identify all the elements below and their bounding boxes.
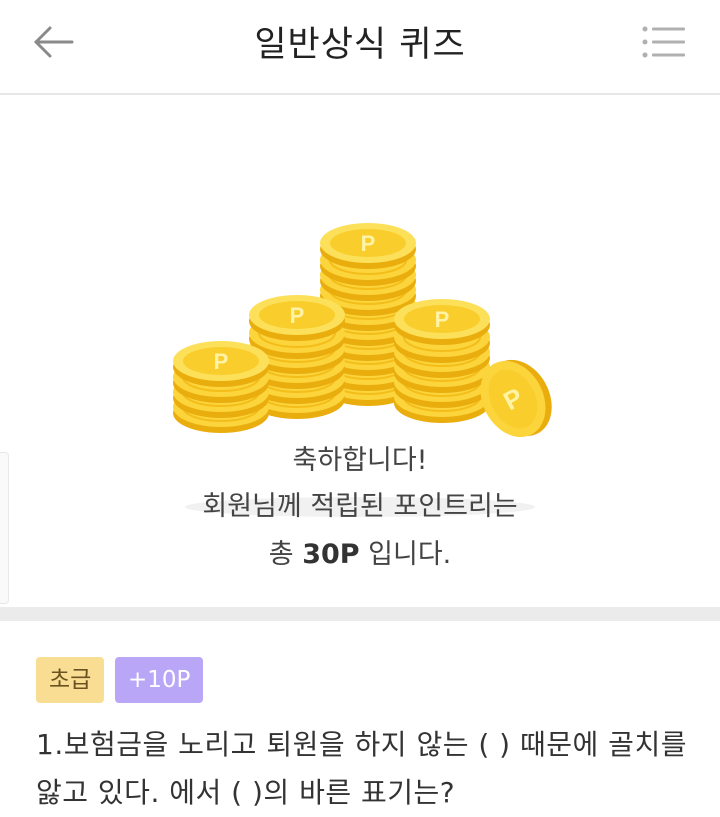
points-total-suffix: 입니다. [359,539,452,570]
app-header: 일반상식 퀴즈 [0,0,720,95]
points-badge: +10P [115,657,204,703]
page-title: 일반상식 퀴즈 [254,25,466,65]
section-divider [0,607,720,621]
quiz-question: 1.보험금을 노리고 퇴원을 하지 않는 ( ) 때문에 골치를 앓고 있다. … [36,728,687,809]
points-total-prefix: 총 [268,539,303,570]
points-notice-text: 회원님께 적립된 포인트리는 [202,491,518,522]
side-edge-handle [0,452,9,604]
reward-panel: P 축하합니다! 회원님께 적립된 포인트리는 총 30P 입니다. [0,95,720,607]
level-badge: 초급 [36,657,105,703]
points-total-value: 30P [302,539,360,570]
points-total-text: 총 30P 입니다. [0,535,720,575]
congrats-text: 축하합니다! [292,445,428,476]
menu-button[interactable] [640,22,688,62]
quiz-card: 초급 +10P 1.보험금을 노리고 퇴원을 하지 않는 ( ) 때문에 골치를… [0,621,720,815]
list-menu-icon [642,26,685,58]
